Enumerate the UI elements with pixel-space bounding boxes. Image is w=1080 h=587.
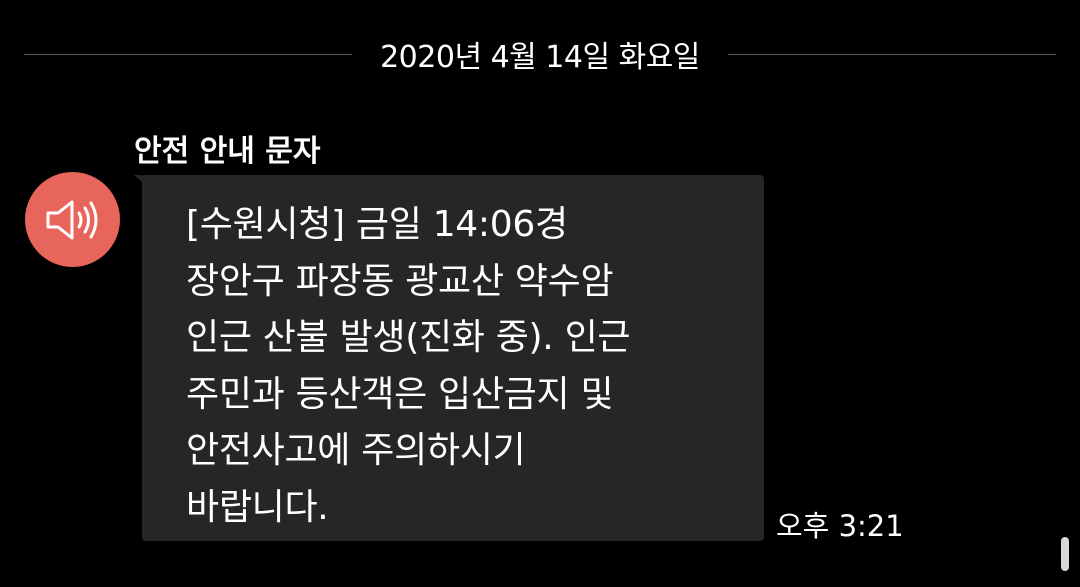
date-divider: 2020년 4월 14일 화요일	[24, 28, 1057, 80]
divider-line-right	[727, 53, 1057, 55]
message-timestamp: 오후 3:21	[776, 509, 904, 543]
divider-line-left	[24, 53, 353, 55]
date-label: 2020년 4월 14일 화요일	[380, 40, 700, 75]
sender-avatar[interactable]	[25, 172, 120, 267]
speaker-icon	[46, 200, 97, 239]
sender-name: 안전 안내 문자	[134, 134, 321, 169]
message-text: [수원시청] 금일 14:06경 장안구 파장동 광교산 약수암 인근 산불 발…	[186, 204, 631, 528]
scrollbar-thumb[interactable]	[1061, 537, 1069, 571]
message-bubble[interactable]: [수원시청] 금일 14:06경 장안구 파장동 광교산 약수암 인근 산불 발…	[142, 175, 764, 541]
